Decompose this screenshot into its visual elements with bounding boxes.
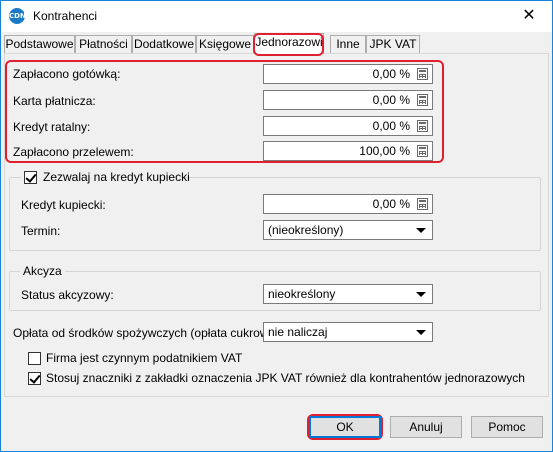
sugar-fee-label: Opłata od środków spożywczych (opłata cu… [13, 326, 283, 340]
tab-ksiegowe[interactable]: Księgowe [196, 35, 254, 54]
tab-platnosci[interactable]: Płatności [75, 35, 132, 54]
cash-label: Zapłacono gotówką: [13, 67, 121, 81]
transfer-label: Zapłacono przelewem: [13, 145, 134, 159]
tab-dodatkowe[interactable]: Dodatkowe [132, 35, 196, 54]
card-label: Karta płatnicza: [13, 94, 96, 108]
trade-credit-percent-value: 0,00 % [372, 197, 410, 211]
transfer-percent-value: 100,00 % [359, 144, 410, 158]
transfer-percent-field[interactable]: 100,00 % [263, 141, 433, 161]
excise-status-value: nieokreślony [268, 287, 336, 301]
card-percent-value: 0,00 % [372, 93, 410, 107]
excise-status-label: Status akcyzowy: [21, 288, 114, 302]
trade-credit-label: Kredyt kupiecki: [21, 198, 106, 212]
installment-percent-field[interactable]: 0,00 % [263, 116, 433, 136]
trade-credit-percent-field[interactable]: 0,00 % [263, 194, 433, 214]
calculator-icon[interactable] [417, 198, 428, 210]
trade-credit-checkbox[interactable] [24, 171, 37, 184]
sugar-fee-select[interactable]: nie naliczaj [263, 322, 433, 342]
app-logo-icon: CDN [9, 8, 26, 24]
title-bar: CDN Kontrahenci ✕ [1, 1, 552, 32]
window-title: Kontrahenci [33, 9, 98, 23]
chevron-down-icon[interactable] [416, 228, 426, 233]
installment-percent-value: 0,00 % [372, 119, 410, 133]
help-button[interactable]: Pomoc [471, 416, 543, 438]
installment-label: Kredyt ratalny: [13, 120, 91, 134]
jpk-vat-markers-checkbox[interactable] [28, 372, 41, 385]
tab-inne[interactable]: Inne [330, 35, 366, 54]
chevron-down-icon[interactable] [416, 330, 426, 335]
cancel-button[interactable]: Anuluj [390, 416, 462, 438]
active-vat-payer-label[interactable]: Firma jest czynnym podatnikiem VAT [46, 351, 242, 365]
sugar-fee-value: nie naliczaj [268, 325, 328, 339]
tab-podstawowe[interactable]: Podstawowe [4, 35, 75, 54]
cash-percent-value: 0,00 % [372, 67, 410, 81]
active-tab-highlight [253, 33, 324, 56]
calculator-icon[interactable] [417, 145, 428, 157]
active-vat-payer-checkbox[interactable] [28, 352, 41, 365]
excise-group-title: Akcyza [20, 264, 65, 278]
card-percent-field[interactable]: 0,00 % [263, 90, 433, 110]
calculator-icon[interactable] [417, 120, 428, 132]
term-select[interactable]: (nieokreślony) [263, 220, 433, 240]
chevron-down-icon[interactable] [416, 292, 426, 297]
close-button[interactable]: ✕ [506, 1, 552, 31]
tab-jpk-vat[interactable]: JPK VAT [366, 35, 420, 54]
term-label: Termin: [21, 224, 61, 238]
calculator-icon[interactable] [417, 68, 428, 80]
jpk-vat-markers-label[interactable]: Stosuj znaczniki z zakładki oznaczenia J… [46, 371, 525, 385]
term-select-value: (nieokreślony) [268, 223, 344, 237]
excise-status-select[interactable]: nieokreślony [263, 284, 433, 304]
ok-button[interactable]: OK [309, 416, 381, 438]
dialog-window: CDN Kontrahenci ✕ Podstawowe Płatności D… [0, 0, 553, 452]
trade-credit-checkbox-label[interactable]: Zezwalaj na kredyt kupiecki [43, 170, 190, 184]
calculator-icon[interactable] [417, 94, 428, 106]
cash-percent-field[interactable]: 0,00 % [263, 64, 433, 84]
